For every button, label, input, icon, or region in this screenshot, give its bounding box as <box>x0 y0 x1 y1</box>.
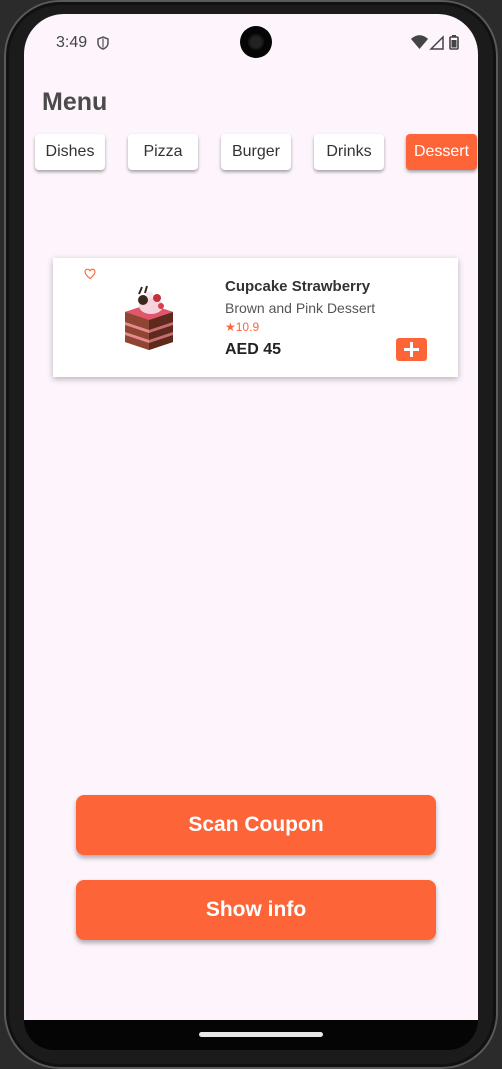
heart-outline-icon[interactable] <box>84 268 96 280</box>
app-screen: 3:49 Menu Dishes Pizza Burger Drinks Des… <box>24 14 478 1020</box>
battery-icon <box>449 35 459 50</box>
front-camera <box>240 26 272 58</box>
status-icons <box>411 35 459 50</box>
tab-burger[interactable]: Burger <box>221 134 291 170</box>
scan-coupon-button[interactable]: Scan Coupon <box>76 795 436 855</box>
page-title: Menu <box>42 88 108 116</box>
item-name: Cupcake Strawberry <box>225 278 371 295</box>
tab-drinks[interactable]: Drinks <box>314 134 384 170</box>
menu-item-card[interactable]: Cupcake Strawberry Brown and Pink Desser… <box>53 258 458 377</box>
phone-frame: 3:49 Menu Dishes Pizza Burger Drinks Des… <box>4 0 498 1069</box>
item-price: AED 45 <box>225 341 282 358</box>
tab-dessert[interactable]: Dessert <box>406 134 477 170</box>
wifi-icon <box>411 35 428 49</box>
tab-pizza[interactable]: Pizza <box>128 134 198 170</box>
add-to-cart-button[interactable] <box>396 338 427 361</box>
plus-icon <box>404 342 419 357</box>
cake-image <box>125 285 173 350</box>
status-bar: 3:49 <box>24 14 478 72</box>
category-tabs: Dishes Pizza Burger Drinks Dessert <box>24 134 478 174</box>
item-rating: ★10.9 <box>225 320 260 334</box>
shield-icon <box>97 36 109 50</box>
tab-dishes[interactable]: Dishes <box>35 134 105 170</box>
signal-icon <box>429 35 444 50</box>
home-indicator[interactable] <box>199 1032 323 1037</box>
item-description: Brown and Pink Dessert <box>225 300 376 316</box>
navigation-bar <box>24 1020 478 1050</box>
show-info-button[interactable]: Show info <box>76 880 436 940</box>
status-time: 3:49 <box>56 34 88 51</box>
